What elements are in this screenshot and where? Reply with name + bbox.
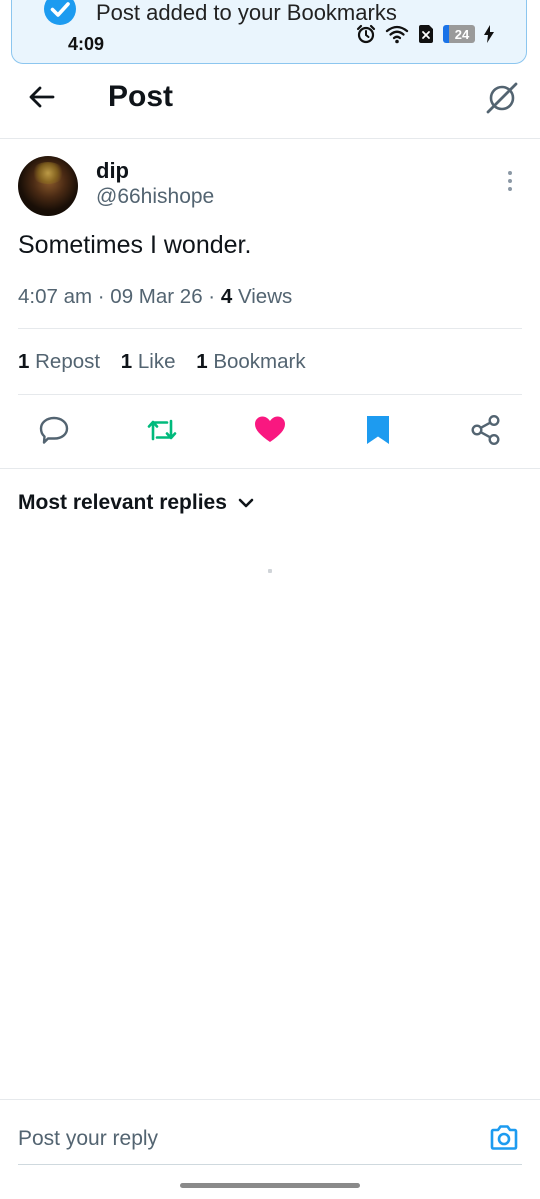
reply-input-underline: [18, 1164, 522, 1165]
reposts-stat[interactable]: 1 Repost: [18, 350, 100, 373]
wifi-icon: [385, 25, 409, 44]
author-name[interactable]: dip: [96, 158, 129, 184]
bookmarks-count: 1: [196, 350, 208, 373]
views-count: 4: [220, 285, 233, 308]
reply-composer: Post your reply: [0, 1099, 540, 1168]
reply-icon[interactable]: [37, 413, 71, 447]
toast-message: Post added to your Bookmarks: [96, 0, 397, 25]
bookmark-icon[interactable]: [361, 413, 395, 447]
divider: [18, 328, 522, 329]
avatar[interactable]: [18, 156, 78, 216]
post-time: 4:07 am: [18, 285, 93, 308]
battery-icon: 24: [443, 25, 475, 43]
charging-icon: [484, 25, 494, 43]
reply-input[interactable]: Post your reply: [18, 1127, 158, 1151]
likes-count: 1: [120, 350, 133, 373]
bookmarks-stat[interactable]: 1 Bookmark: [196, 350, 305, 373]
page-title: Post: [108, 80, 174, 113]
no-sim-icon: [419, 25, 433, 43]
views-label[interactable]: Views: [238, 285, 292, 308]
replies-sort-label: Most relevant replies: [18, 491, 227, 514]
post-header: Post: [0, 66, 540, 139]
back-arrow-icon[interactable]: [26, 81, 58, 113]
post-text: Sometimes I wonder.: [18, 231, 252, 259]
like-icon[interactable]: [253, 413, 287, 447]
replies-sort-dropdown[interactable]: Most relevant replies: [18, 491, 255, 515]
author-handle[interactable]: @66hishope: [96, 185, 214, 209]
grok-icon[interactable]: [484, 80, 520, 116]
alarm-icon: [356, 24, 376, 44]
check-circle-icon: [44, 0, 76, 25]
camera-icon[interactable]: [488, 1122, 520, 1154]
reposts-label: Repost: [35, 350, 101, 373]
post-meta: 4:07 am · 09 Mar 26 · 4 Views: [18, 285, 293, 308]
loading-indicator: [268, 569, 272, 573]
post-stats: 1 Repost 1 Like 1 Bookmark: [18, 350, 321, 374]
reposts-count: 1: [18, 350, 30, 373]
bookmarks-label: Bookmark: [213, 350, 306, 373]
action-bar: [0, 396, 540, 469]
likes-label: Like: [137, 350, 176, 373]
status-icons: 24: [356, 23, 494, 45]
post-date: 09 Mar 26: [110, 285, 203, 308]
more-options-icon[interactable]: [500, 168, 520, 194]
home-indicator[interactable]: [180, 1183, 360, 1188]
divider: [18, 394, 522, 395]
share-icon[interactable]: [469, 413, 503, 447]
repost-icon[interactable]: [145, 413, 179, 447]
status-time: 4:09: [68, 34, 105, 54]
chevron-down-icon: [238, 498, 254, 508]
likes-stat[interactable]: 1 Like: [121, 350, 176, 373]
